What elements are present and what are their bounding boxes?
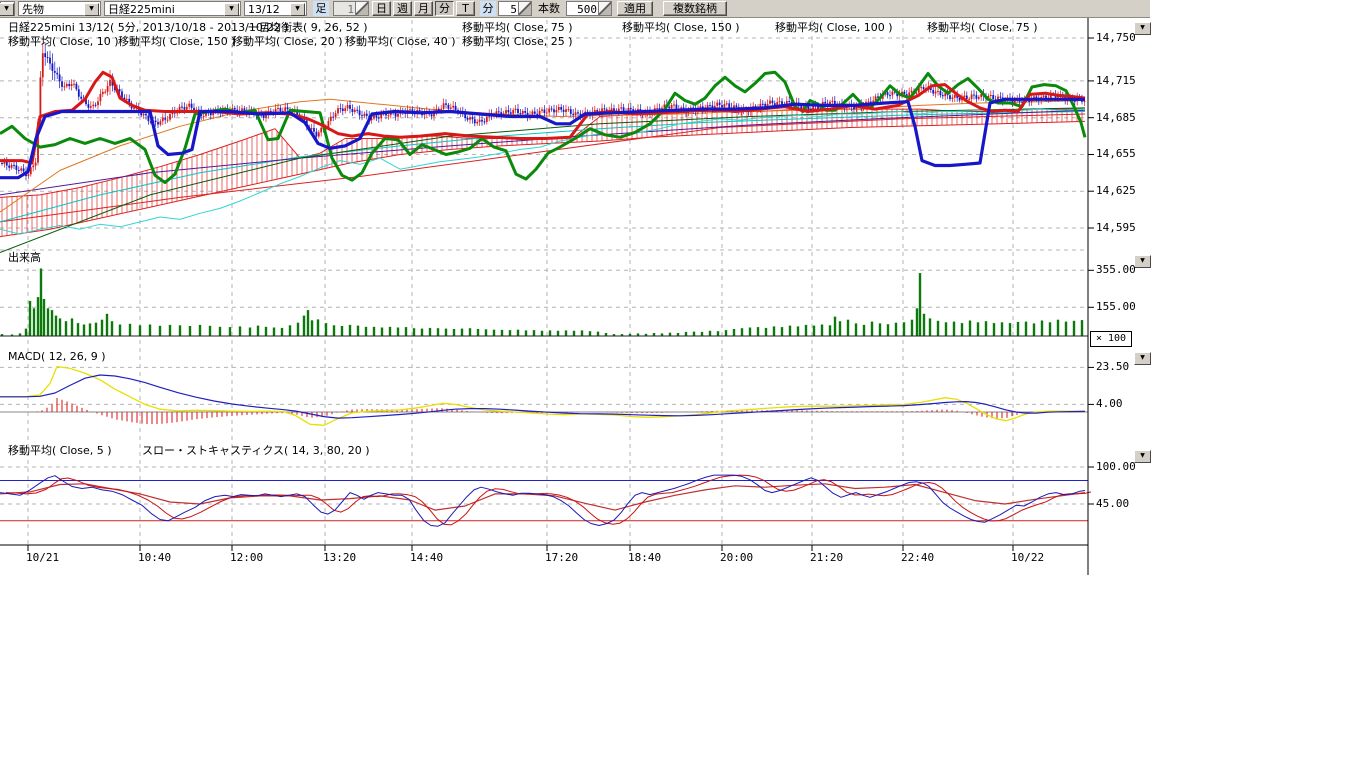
- macd-tick-label: 4.00: [1096, 398, 1123, 410]
- bars-count-spinner[interactable]: 500: [566, 1, 612, 16]
- spin-updown-button[interactable]: [598, 2, 611, 15]
- legend-item: 移動平均( Close, 100 ): [775, 22, 893, 34]
- period-button-day[interactable]: 日: [372, 1, 391, 16]
- market-category-value: 先物: [22, 3, 44, 16]
- volume-panel-menu-button[interactable]: ▼: [1134, 255, 1151, 268]
- spin-updown-button[interactable]: [518, 2, 531, 15]
- bars-count-value: 500: [569, 3, 597, 16]
- period-button-week[interactable]: 週: [393, 1, 412, 16]
- bars-count-label: 本数: [538, 1, 566, 16]
- left-combobox-stub[interactable]: ▼: [0, 1, 15, 16]
- volume-tick-label: 155.00: [1096, 301, 1136, 313]
- period-button-minute[interactable]: 分: [435, 1, 454, 16]
- chevron-down-icon: ▼: [1140, 257, 1145, 264]
- price-tick-label: 14,625: [1096, 185, 1136, 197]
- contract-month-value: 13/12: [248, 3, 280, 16]
- dropdown-arrow-icon[interactable]: ▼: [290, 3, 305, 16]
- legend-item: 移動平均( Close, 25 ): [462, 36, 573, 48]
- bar-interval-value: 1: [336, 3, 354, 16]
- legend-item: 移動平均( Close, 75 ): [462, 22, 573, 34]
- bar-label: 足: [313, 1, 329, 16]
- volume-multiplier-box: × 100: [1090, 331, 1132, 347]
- price-panel-menu-button[interactable]: ▼: [1134, 22, 1151, 35]
- legend-item: 日経225mini 13/12( 5分, 2013/10/18 - 2013/1…: [8, 22, 288, 34]
- chevron-down-icon: ▼: [1140, 452, 1145, 459]
- multi-symbol-button[interactable]: 複数銘柄: [663, 1, 727, 16]
- chevron-down-icon: ▼: [1140, 354, 1145, 361]
- legend-item: 移動平均( Close, 10 ): [8, 36, 119, 48]
- price-tick-label: 14,685: [1096, 112, 1136, 124]
- bar-interval-spinner: 1: [333, 1, 369, 16]
- time-tick-label: 10:40: [138, 552, 171, 564]
- dropdown-arrow-icon[interactable]: ▼: [224, 3, 239, 16]
- time-tick-label: 20:00: [720, 552, 753, 564]
- stoch-tick-label: 100.00: [1096, 461, 1136, 473]
- stochastics-panel-label: スロー・ストキャスティクス( 14, 3, 80, 20 ): [142, 445, 370, 457]
- time-tick-label: 17:20: [545, 552, 578, 564]
- stoch-panel-menu-button[interactable]: ▼: [1134, 450, 1151, 463]
- volume-panel-label: 出来高: [8, 252, 41, 264]
- symbol-value: 日経225mini: [108, 3, 175, 16]
- market-category-select[interactable]: 先物 ▼: [18, 1, 101, 16]
- time-tick-label: 22:40: [901, 552, 934, 564]
- time-tick-label: 14:40: [410, 552, 443, 564]
- dropdown-arrow-icon[interactable]: ▼: [0, 3, 14, 16]
- dropdown-arrow-icon[interactable]: ▼: [84, 3, 99, 16]
- macd-tick-label: 23.50: [1096, 361, 1129, 373]
- legend-item: 一目均衡表( 9, 26, 52 ): [248, 22, 368, 34]
- legend-item: 移動平均( Close, 150 ): [118, 36, 236, 48]
- legend-item: 移動平均( Close, 150 ): [622, 22, 740, 34]
- toolbar: ▼ 先物 ▼ 日経225mini ▼ 13/12 ▼ 足 1 日 週 月 分 T…: [0, 0, 1150, 18]
- trading-chart-app: ▼ 先物 ▼ 日経225mini ▼ 13/12 ▼ 足 1 日 週 月 分 T…: [0, 0, 1366, 768]
- minute-label: 分: [480, 1, 496, 16]
- minute-spinner[interactable]: 5: [498, 1, 532, 16]
- legend-item: 移動平均( Close, 20 ): [232, 36, 343, 48]
- period-button-month[interactable]: 月: [414, 1, 433, 16]
- time-tick-label: 12:00: [230, 552, 263, 564]
- price-tick-label: 14,715: [1096, 75, 1136, 87]
- contract-month-select[interactable]: 13/12 ▼: [244, 1, 307, 16]
- stoch-ma-label: 移動平均( Close, 5 ): [8, 445, 112, 457]
- apply-button[interactable]: 適用: [617, 1, 653, 16]
- legend-item: 移動平均( Close, 75 ): [927, 22, 1038, 34]
- minute-value: 5: [501, 3, 517, 16]
- chart-canvas: [0, 0, 1366, 768]
- time-tick-label: 13:20: [323, 552, 356, 564]
- time-tick-label: 18:40: [628, 552, 661, 564]
- symbol-select[interactable]: 日経225mini ▼: [104, 1, 241, 16]
- price-tick-label: 14,750: [1096, 32, 1136, 44]
- time-tick-label: 10/21: [26, 552, 59, 564]
- time-tick-label: 10/22: [1011, 552, 1044, 564]
- legend-item: 移動平均( Close, 40 ): [345, 36, 456, 48]
- macd-panel-menu-button[interactable]: ▼: [1134, 352, 1151, 365]
- price-tick-label: 14,595: [1096, 222, 1136, 234]
- volume-tick-label: 355.00: [1096, 264, 1136, 276]
- period-button-tick[interactable]: T: [456, 1, 475, 16]
- time-tick-label: 21:20: [810, 552, 843, 564]
- price-tick-label: 14,655: [1096, 148, 1136, 160]
- chevron-down-icon: ▼: [1140, 24, 1145, 31]
- spin-updown-button: [355, 2, 368, 15]
- macd-panel-label: MACD( 12, 26, 9 ): [8, 351, 106, 363]
- stoch-tick-label: 45.00: [1096, 498, 1129, 510]
